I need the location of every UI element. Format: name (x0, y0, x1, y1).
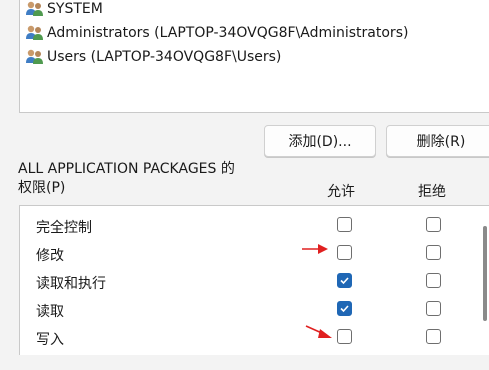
permissions-list[interactable]: 完全控制 修改 读取和执行 读取 写入 (19, 205, 489, 355)
permission-label: 写入 (36, 332, 64, 348)
scrollbar[interactable] (481, 206, 489, 355)
permission-row-write: 写入 (20, 326, 489, 354)
column-deny-header: 拒绝 (418, 184, 446, 200)
group-user-list[interactable]: SYSTEM Administrators (LAPTOP-34OVQG8F\A… (19, 0, 489, 113)
users-group-icon (25, 0, 44, 18)
permission-label: 读取 (36, 304, 64, 320)
deny-checkbox[interactable] (426, 301, 441, 316)
permission-label: 修改 (36, 248, 64, 264)
user-label: SYSTEM (47, 1, 103, 17)
annotation-arrow-icon (305, 325, 332, 338)
permissions-title-line1: ALL APPLICATION PACKAGES 的 (18, 161, 235, 177)
deny-checkbox[interactable] (426, 273, 441, 288)
user-label: Administrators (LAPTOP-34OVQG8F\Administ… (47, 25, 409, 41)
deny-checkbox[interactable] (426, 217, 441, 232)
deny-checkbox[interactable] (426, 329, 441, 344)
permission-label: 读取和执行 (36, 276, 106, 292)
allow-checkbox[interactable] (337, 217, 352, 232)
add-button[interactable]: 添加(D)... (264, 125, 376, 157)
user-label: Users (LAPTOP-34OVQG8F\Users) (47, 49, 282, 65)
permissions-title: ALL APPLICATION PACKAGES 的 权限(P) (18, 160, 235, 198)
allow-checkbox[interactable] (337, 273, 352, 288)
allow-checkbox[interactable] (337, 329, 352, 344)
checkmark-icon (340, 277, 349, 285)
permission-row-full-control: 完全控制 (20, 214, 489, 242)
permission-row-read: 读取 (20, 298, 489, 326)
allow-checkbox[interactable] (337, 301, 352, 316)
annotation-arrow-icon (302, 244, 328, 254)
scrollbar-thumb[interactable] (483, 226, 487, 321)
allow-checkbox[interactable] (337, 245, 352, 260)
users-group-icon (25, 48, 44, 66)
users-group-icon (25, 24, 44, 42)
checkmark-icon (340, 305, 349, 313)
user-item-users[interactable]: Users (LAPTOP-34OVQG8F\Users) (25, 46, 281, 68)
permission-row-read-execute: 读取和执行 (20, 270, 489, 298)
remove-button[interactable]: 删除(R) (386, 125, 489, 157)
permission-label: 完全控制 (36, 220, 92, 236)
user-item-system[interactable]: SYSTEM (25, 0, 103, 20)
column-allow-header: 允许 (327, 184, 355, 200)
deny-checkbox[interactable] (426, 245, 441, 260)
permissions-title-line2: 权限(P) (18, 180, 66, 196)
permission-row-modify: 修改 (20, 242, 489, 270)
user-item-administrators[interactable]: Administrators (LAPTOP-34OVQG8F\Administ… (25, 22, 408, 44)
